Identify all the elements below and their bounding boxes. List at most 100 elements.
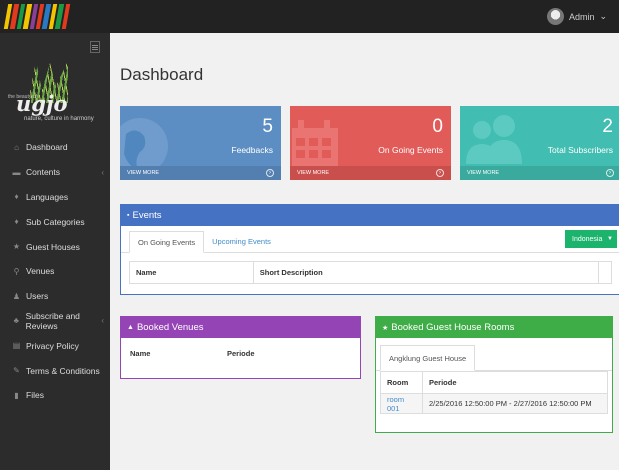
sidebar-brand: the beauty of ugjo nature, culture in ha… (8, 61, 102, 123)
chevron-left-icon: ‹ (101, 316, 104, 326)
star-icon: ★ (382, 324, 389, 332)
user-menu[interactable]: Admin ⌄ (546, 8, 607, 25)
brand-tagline: nature, culture in harmony (24, 116, 94, 122)
sidebar-item-label: Subscribe and Reviews (25, 310, 80, 331)
guesthouse-table: Room Periode room 001 2/25/2016 12:50:00… (380, 371, 608, 414)
booked-venues-panel: ▲ Booked Venues Name Periode (120, 316, 361, 379)
sidebar-item-label: Languages (26, 191, 69, 202)
panel-header: ▪ Events (121, 205, 619, 226)
sitemap-icon: ⚲ (13, 266, 20, 276)
column-header: Short Description (252, 261, 600, 284)
column-header: Periode (227, 348, 255, 358)
events-panel: ▪ Events On Going Events Upcoming Events… (120, 204, 619, 295)
table-header-row: Room Periode (380, 371, 608, 394)
sidebar-item-languages[interactable]: ♦ Languages (0, 185, 110, 210)
stat-value: 2 (602, 116, 613, 137)
column-header: Name (130, 348, 151, 358)
stat-label: Feedbacks (231, 145, 273, 155)
arrow-circle-right-icon: › (606, 169, 614, 177)
view-more-link[interactable]: VIEW MORE › (120, 166, 281, 180)
panel-title: Events (132, 210, 162, 221)
tab-upcoming-events[interactable]: Upcoming Events (204, 230, 279, 252)
tag-icon: ♦ (14, 192, 19, 202)
caret-down-icon: ▼ (607, 236, 613, 242)
panel-header: ▲ Booked Venues (121, 317, 360, 338)
table-header-row: Name Short Description (129, 261, 612, 284)
tab-on-going-events[interactable]: On Going Events (129, 231, 205, 253)
chevron-down-icon: ⌄ (599, 11, 607, 21)
sidebar-item-label: Sub Categories (26, 216, 85, 227)
user-name: Admin (568, 11, 595, 22)
panel-title: Booked Guest House Rooms (391, 322, 515, 333)
sidebar-item-label: Terms & Conditions (26, 365, 100, 376)
menu-toggle-icon[interactable] (90, 41, 100, 53)
sidebar-item-guest-houses[interactable]: ★ Guest Houses (0, 234, 110, 259)
brand-logo[interactable] (3, 4, 71, 29)
events-tabs: On Going Events Upcoming Events Indonesi… (121, 226, 619, 253)
panel-title: Booked Venues (136, 322, 204, 333)
sidebar-item-label: Dashboard (26, 142, 68, 153)
list-icon: ▤ (12, 341, 21, 351)
language-select[interactable]: Indonesia ▼ (565, 230, 617, 248)
booked-guest-house-panel: ★ Booked Guest House Rooms Angklung Gues… (375, 316, 613, 433)
page-title: Dashboard (120, 65, 204, 84)
view-more-label: VIEW MORE (297, 170, 330, 176)
sidebar-item-sub-categories[interactable]: ♦ Sub Categories (0, 209, 110, 234)
column-header (598, 261, 612, 284)
sitemap-icon: ▲ (127, 324, 134, 331)
table-row: room 001 2/25/2016 12:50:00 PM - 2/27/20… (380, 393, 608, 414)
sidebar-item-label: Privacy Policy (26, 340, 79, 351)
sidebar-item-terms-conditions[interactable]: ✎ Terms & Conditions (0, 358, 110, 383)
room-link[interactable]: room 001 (380, 393, 423, 414)
sidebar-item-files[interactable]: ▮ Files (0, 383, 110, 408)
events-table: Name Short Description (129, 261, 612, 284)
column-header: Name (129, 261, 254, 284)
sidebar-item-label: Venues (26, 266, 55, 277)
folder-icon: ▬ (12, 167, 21, 177)
home-icon: ⌂ (14, 142, 19, 152)
stat-value: 5 (262, 116, 273, 137)
view-more-label: VIEW MORE (127, 170, 160, 176)
sidebar-menu: ⌂ Dashboard ▬ Contents ‹ ♦ Languages ♦ Sub Ca… (0, 135, 110, 408)
guesthouse-tabs: Angklung Guest House (376, 338, 612, 371)
venues-table: Name Periode (124, 342, 357, 364)
stat-card-feedbacks: 5 Feedbacks VIEW MORE › (120, 106, 281, 180)
sidebar-item-label: Contents (26, 167, 61, 178)
stat-value: 0 (432, 116, 443, 137)
chevron-left-icon: ‹ (101, 167, 104, 177)
sidebar-item-label: Users (26, 291, 49, 302)
sidebar-item-label: Guest Houses (26, 241, 80, 252)
sidebar-item-users[interactable]: ♟ Users (0, 284, 110, 309)
sidebar-item-dashboard[interactable]: ⌂ Dashboard (0, 135, 110, 160)
language-select-value: Indonesia (572, 235, 603, 243)
stat-label: On Going Events (378, 145, 443, 155)
sidebar-item-subscribe-and-reviews[interactable]: ♣ Subscribe and Reviews ‹ (0, 309, 110, 334)
sidebar: the beauty of ugjo nature, culture in ha… (0, 33, 110, 470)
stat-label: Total Subscribers (547, 145, 613, 155)
sidebar-item-contents[interactable]: ▬ Contents ‹ (0, 160, 110, 185)
stat-card-total-subscribers: 2 Total Subscribers VIEW MORE › (460, 106, 619, 180)
stat-card-on-going-events: 0 On Going Events VIEW MORE › (290, 106, 451, 180)
sidebar-item-label: Files (26, 390, 44, 401)
column-header: Room (380, 371, 423, 394)
table-header-row: Name Periode (124, 342, 357, 364)
arrow-circle-right-icon: › (436, 169, 444, 177)
user-icon: ♟ (12, 291, 21, 301)
view-more-link[interactable]: VIEW MORE › (460, 166, 619, 180)
panel-header: ★ Booked Guest House Rooms (376, 317, 612, 338)
avatar (546, 8, 564, 25)
top-bar: Admin ⌄ (0, 0, 619, 33)
periode-cell: 2/25/2016 12:50:00 PM - 2/27/2016 12:50:… (422, 393, 608, 414)
calendar-icon: ▪ (127, 212, 130, 219)
view-more-link[interactable]: VIEW MORE › (290, 166, 451, 180)
star-icon: ★ (12, 242, 21, 252)
users-icon: ♣ (13, 316, 19, 326)
tab-angklung-guest-house[interactable]: Angklung Guest House (380, 345, 476, 371)
column-header: Periode (422, 371, 608, 394)
sidebar-item-privacy-policy[interactable]: ▤ Privacy Policy (0, 333, 110, 358)
sidebar-item-venues[interactable]: ⚲ Venues (0, 259, 110, 284)
pencil-icon: ✎ (13, 366, 20, 376)
file-icon: ▮ (14, 390, 19, 400)
arrow-circle-right-icon: › (266, 169, 274, 177)
view-more-label: VIEW MORE (467, 170, 500, 176)
